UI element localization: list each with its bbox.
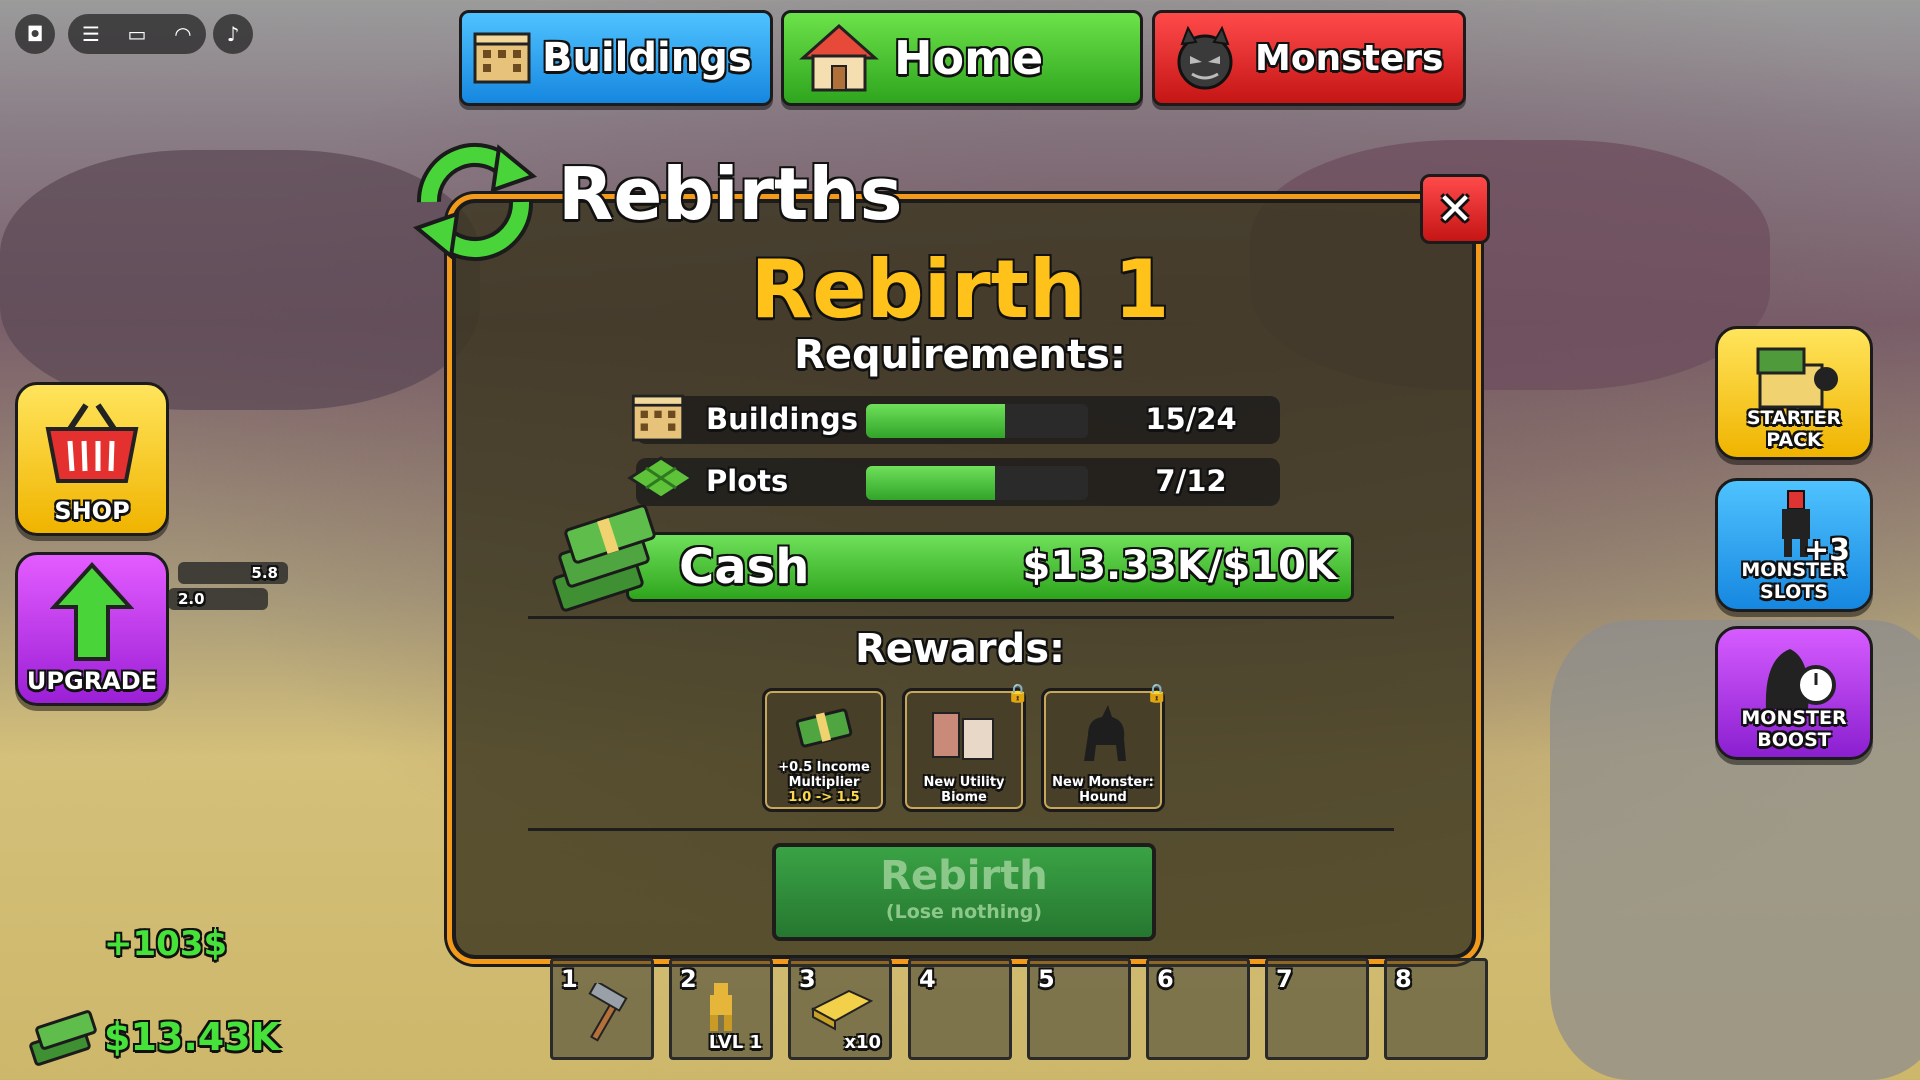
slot-number: 4 [919, 965, 936, 993]
rebirth-button-label: Rebirth [880, 853, 1048, 899]
reward-text: New Utility Biome [907, 775, 1021, 805]
cash-icon [795, 708, 853, 748]
requirement-buildings: Buildings 15/24 [631, 394, 1280, 444]
nav-buildings-button[interactable]: Buildings [459, 10, 773, 106]
building-icon [626, 390, 690, 450]
plot-icon [626, 452, 696, 512]
nav-buildings-label: Buildings [542, 35, 752, 81]
menu-icon[interactable]: ☰ [73, 22, 109, 46]
slot-count: LVL 1 [708, 1032, 762, 1053]
slot-number: 1 [561, 965, 578, 993]
reward-line: New Utility [923, 775, 1005, 790]
nav-monsters-button[interactable]: Monsters [1152, 10, 1466, 106]
money-counter: $13.43K [104, 1015, 281, 1059]
monster-boost-label: MONSTER BOOST [1741, 707, 1847, 751]
hotbar-slot[interactable]: 4 [908, 958, 1012, 1060]
hammer-icon [588, 983, 628, 1042]
nav-monsters-label: Monsters [1255, 37, 1444, 79]
close-button[interactable]: ✕ [1420, 174, 1490, 244]
hotbar-slot[interactable]: 1 [550, 958, 654, 1060]
hotbar-slot[interactable]: 2 LVL 1 [669, 958, 773, 1060]
reward-line: Hound [1079, 790, 1127, 805]
lock-icon: 🔒 [1006, 683, 1029, 704]
divider [528, 828, 1394, 831]
reward-line: 1.0 -> 1.5 [788, 790, 860, 805]
reward-utility-biome[interactable]: 🔒 New Utility Biome [902, 683, 1029, 812]
reward-text: New Monster: Hound [1046, 775, 1160, 805]
roblox-logo-icon: ◘ [26, 22, 44, 46]
gold-figure-icon [710, 983, 732, 1031]
rebirth-button[interactable]: Rebirth (Lose nothing) [772, 843, 1156, 941]
hotbar-slot[interactable]: 6 [1146, 958, 1250, 1060]
requirement-value: 15/24 [1145, 402, 1237, 436]
progress-fill [866, 466, 996, 500]
rebirth-level-heading: Rebirth 1 [750, 243, 1170, 336]
headset-icon[interactable]: ◠ [165, 22, 201, 46]
gold-block-icon [810, 989, 874, 1031]
reward-text: +0.5 Income Multiplier 1.0 -> 1.5 [767, 760, 881, 805]
slot-count: x10 [844, 1032, 881, 1053]
building-icon [462, 28, 542, 88]
chat-icon[interactable]: ▭ [119, 22, 155, 46]
roblox-toolbar: ☰ ▭ ◠ [68, 14, 206, 54]
monster-face-icon [1155, 26, 1255, 90]
slot-number: 7 [1276, 965, 1293, 993]
hotbar-slot[interactable]: 5 [1027, 958, 1131, 1060]
panel-title: Rebirths [558, 152, 903, 236]
requirements-title: Requirements: [794, 332, 1126, 378]
nav-home-label: Home [894, 31, 1044, 85]
nav-home-button[interactable]: Home [781, 10, 1143, 106]
income-popup: +103$ [104, 924, 228, 964]
requirement-value: 7/12 [1155, 464, 1227, 498]
starter-pack-label: STARTER PACK [1746, 407, 1842, 451]
reward-line: Multiplier [788, 775, 860, 790]
hound-icon [1084, 705, 1126, 761]
slot-number: 8 [1395, 965, 1412, 993]
reward-line: Biome [941, 790, 987, 805]
world-tag: 2.0 [168, 588, 268, 610]
divider [528, 616, 1394, 619]
roblox-menu-button[interactable]: ◘ [15, 14, 55, 54]
reward-line: New Monster: [1052, 775, 1154, 790]
reward-monster-hound[interactable]: 🔒 New Monster: Hound [1041, 683, 1168, 812]
lock-icon: 🔒 [1145, 683, 1168, 704]
reward-income-multiplier[interactable]: +0.5 Income Multiplier 1.0 -> 1.5 [762, 688, 886, 812]
reward-line: +0.5 Income [778, 760, 870, 775]
shop-label: SHOP [54, 497, 130, 525]
music-icon: ♪ [226, 22, 240, 46]
hotbar-slot[interactable]: 3 x10 [788, 958, 892, 1060]
progress-fill [866, 404, 1005, 438]
world-tag: 5.8 [178, 562, 288, 584]
hotbar-slot[interactable]: 8 [1384, 958, 1488, 1060]
monster-slots-button[interactable]: +3 MONSTER SLOTS [1715, 478, 1873, 612]
basket-icon [45, 403, 139, 483]
cash-requirement-bar: Cash $13.33K/$10K [626, 532, 1354, 602]
progress-bar [866, 404, 1088, 438]
cash-value: $13.33K/$10K [1022, 543, 1337, 589]
requirement-label: Plots [706, 464, 789, 498]
requirement-label: Buildings [706, 402, 858, 436]
requirement-plots: Plots 7/12 [627, 456, 1280, 506]
monster-slots-label: MONSTER SLOTS [1741, 559, 1847, 603]
cash-stack-icon [548, 504, 668, 619]
house-icon [784, 22, 894, 94]
slot-number: 6 [1157, 965, 1174, 993]
rebirth-button-sublabel: (Lose nothing) [885, 901, 1043, 923]
music-button[interactable]: ♪ [213, 14, 253, 54]
cash-stack-icon [28, 1005, 100, 1071]
hotbar-slot[interactable]: 7 [1265, 958, 1369, 1060]
rewards-title: Rewards: [854, 626, 1066, 672]
progress-bar [866, 466, 1088, 500]
cash-label: Cash [679, 539, 810, 595]
slot-number: 2 [680, 965, 697, 993]
shop-button[interactable]: SHOP [15, 382, 169, 536]
slot-number: 5 [1038, 965, 1055, 993]
biome-tiles-icon [932, 712, 994, 760]
